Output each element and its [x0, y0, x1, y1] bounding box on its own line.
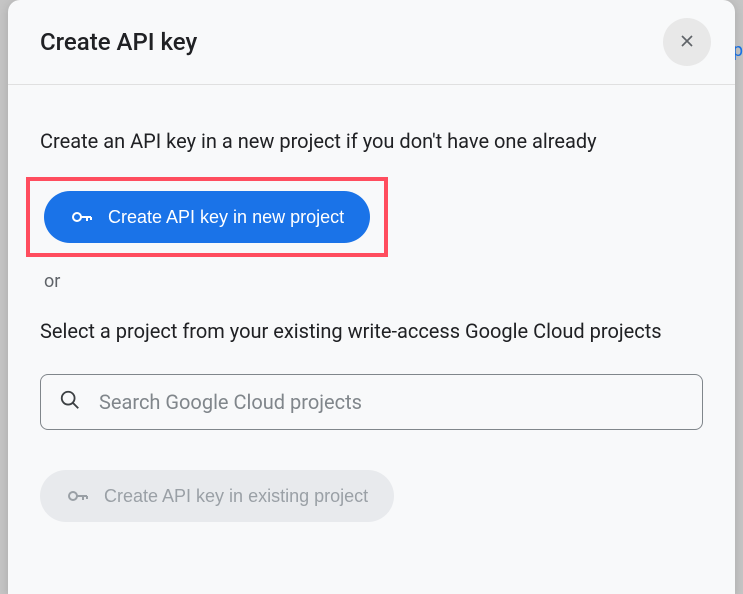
- modal-body: Create an API key in a new project if yo…: [8, 85, 735, 594]
- create-api-key-existing-project-button: Create API key in existing project: [40, 470, 394, 522]
- create-api-key-new-project-button[interactable]: Create API key in new project: [44, 191, 370, 243]
- instruction-existing-project: Select a project from your existing writ…: [40, 316, 703, 346]
- create-new-label: Create API key in new project: [108, 207, 344, 228]
- key-icon: [70, 205, 94, 229]
- modal-title: Create API key: [40, 28, 197, 56]
- search-container[interactable]: [40, 374, 703, 430]
- or-separator: or: [44, 271, 703, 292]
- search-projects-input[interactable]: [99, 390, 684, 414]
- highlight-annotation: Create API key in new project: [26, 177, 388, 257]
- key-icon: [66, 484, 90, 508]
- create-api-key-modal: Create API key Create an API key in a ne…: [8, 0, 735, 594]
- search-icon: [59, 389, 81, 415]
- close-button[interactable]: [663, 18, 711, 66]
- modal-header: Create API key: [8, 0, 735, 85]
- instruction-new-project: Create an API key in a new project if yo…: [40, 127, 703, 155]
- close-icon: [677, 31, 697, 54]
- create-existing-label: Create API key in existing project: [104, 486, 368, 507]
